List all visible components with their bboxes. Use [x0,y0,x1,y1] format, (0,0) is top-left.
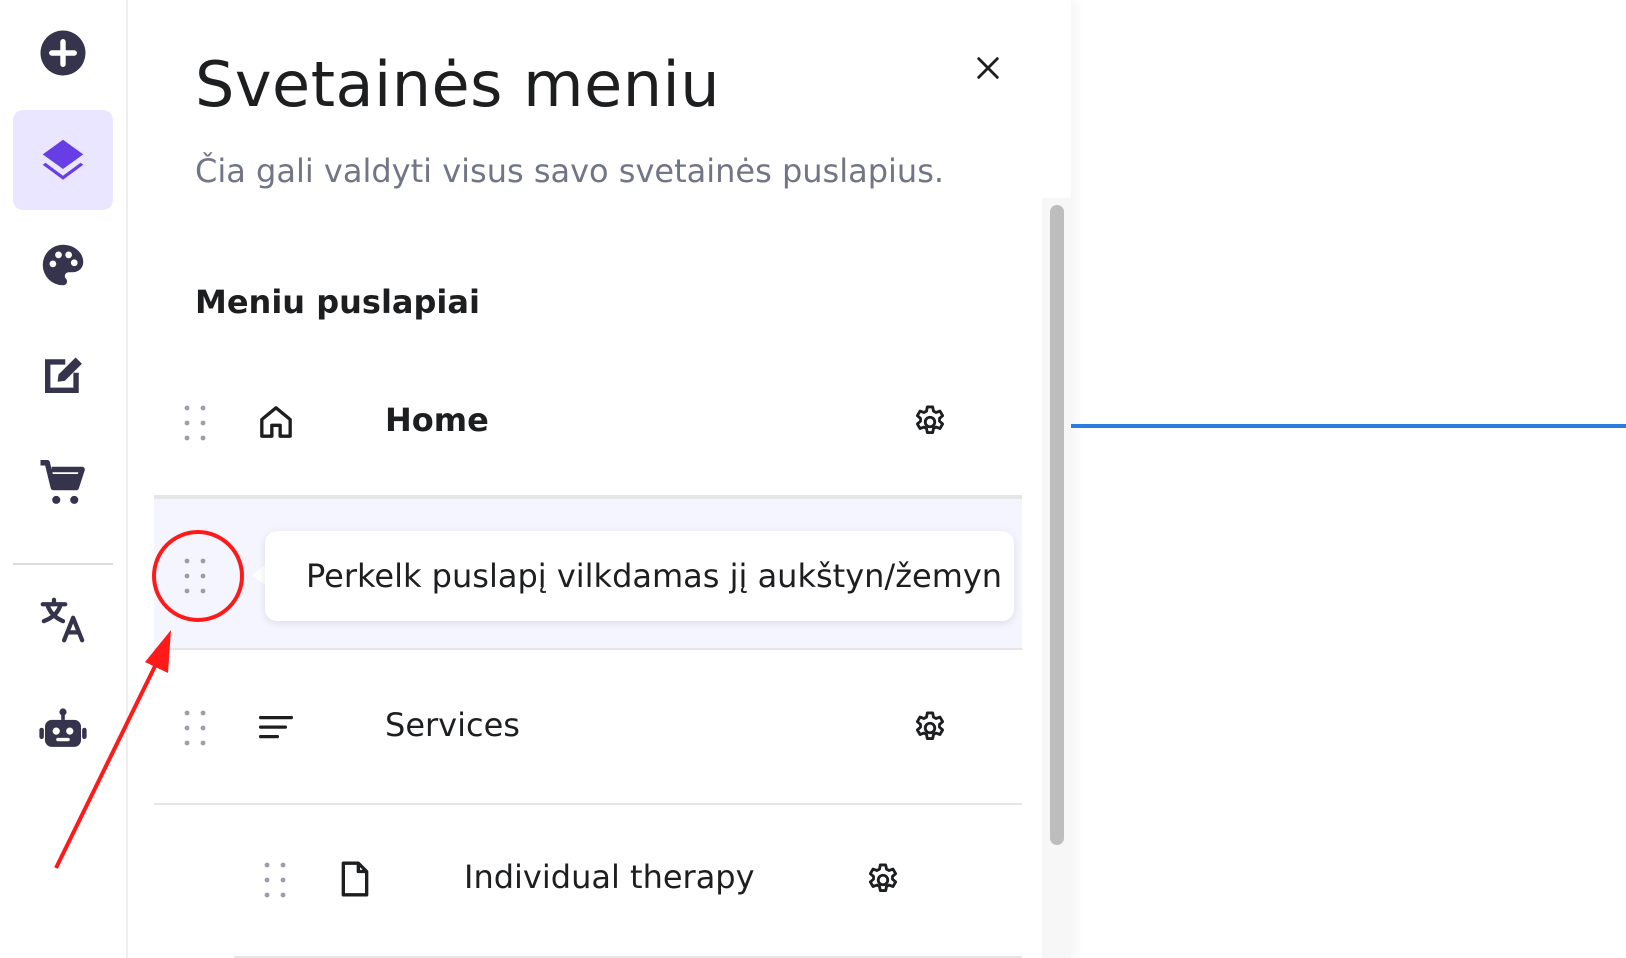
drag-handle-icon [264,862,286,898]
tooltip-text: Perkelk puslapį vilkdamas jį aukštyn/žem… [306,557,1003,595]
drag-handle[interactable] [175,551,215,601]
palette-icon [42,244,84,286]
close-button[interactable] [966,46,1010,90]
menu-page-row-services[interactable]: Services [154,652,1022,805]
page-settings-button[interactable] [910,708,950,748]
gear-icon [915,405,945,435]
page-label: Services [385,706,520,744]
drag-handle-icon [184,710,206,746]
layers-icon [42,139,84,180]
translate-icon [40,597,85,643]
page-label: Home [385,401,489,439]
drag-handle-icon [184,405,206,441]
tooltip-pointer [252,565,265,585]
drag-handle[interactable] [175,703,215,753]
gear-icon [915,711,945,741]
panel-subtitle: Čia gali valdyti visus savo svetainės pu… [195,152,945,190]
drag-handle[interactable] [175,398,215,448]
page-settings-button[interactable] [863,860,903,900]
drag-handle-icon [184,558,206,594]
scrollbar-thumb[interactable] [1050,205,1064,845]
drag-hint-row: Perkelk puslapį vilkdamas jį aukštyn/žem… [154,497,1022,650]
blog-button[interactable] [13,325,113,425]
robot-icon [39,707,87,747]
page-settings-button[interactable] [910,402,950,442]
cart-icon [40,460,85,504]
section-title: Meniu puslapiai [195,283,480,321]
website-menu-button[interactable] [13,110,113,210]
page-label: Individual therapy [464,858,755,896]
add-element-button[interactable] [13,3,113,103]
drag-handle[interactable] [255,855,295,905]
styles-button[interactable] [13,215,113,315]
online-store-button[interactable] [13,433,113,533]
menu-page-row-home[interactable]: Home [154,347,1022,497]
edit-icon [45,357,82,393]
home-icon [254,400,298,444]
sidebar-rail [0,0,128,958]
rail-divider [13,563,113,565]
preview-divider-line [1071,424,1626,428]
languages-button[interactable] [13,570,113,670]
ai-tools-button[interactable] [13,680,113,780]
page-title: Svetainės meniu [195,48,721,121]
gear-icon [868,863,898,893]
close-icon [977,57,999,79]
menu-lines-icon [254,705,298,749]
add-circle-icon [40,30,86,76]
drag-hint-tooltip: Perkelk puslapį vilkdamas jį aukštyn/žem… [265,531,1014,621]
file-icon [333,857,377,901]
menu-page-row-individual-therapy[interactable]: Individual therapy [234,805,1022,958]
website-menu-panel: Svetainės meniu Čia gali valdyti visus s… [133,0,1071,958]
